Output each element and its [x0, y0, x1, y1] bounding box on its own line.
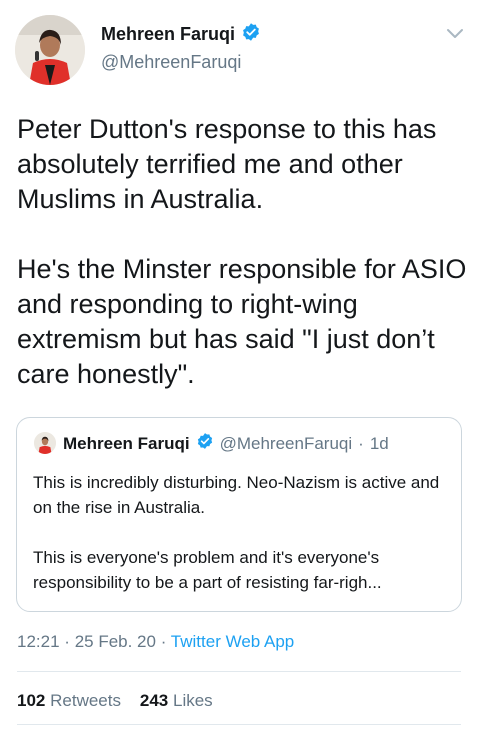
likes-stat[interactable]: 243 Likes — [140, 691, 213, 710]
quoted-author-avatar — [34, 432, 56, 454]
source-app-link[interactable]: Twitter Web App — [171, 632, 294, 651]
tweet-time: 12:21 — [17, 632, 60, 651]
quoted-timestamp: 1d — [369, 433, 389, 453]
quoted-tweet-header: Mehreen Faruqi @MehreenFaruqi · 1d — [63, 432, 389, 455]
divider — [17, 671, 461, 672]
quoted-avatar-image — [34, 432, 56, 454]
likes-label: Likes — [173, 691, 213, 710]
verified-badge-icon — [241, 22, 261, 47]
divider — [17, 724, 461, 725]
separator-dot: · — [358, 433, 364, 453]
quoted-author-name: Mehreen Faruqi — [63, 433, 190, 453]
retweets-stat[interactable]: 102 Retweets — [17, 691, 126, 710]
author-avatar[interactable] — [15, 15, 85, 85]
tweet-stats: 102 Retweets 243 Likes — [17, 691, 213, 711]
verified-badge-icon — [196, 432, 214, 455]
likes-count: 243 — [139, 691, 169, 710]
chevron-down-icon[interactable] — [445, 26, 465, 42]
tweet-date: 25 Feb. 20 — [74, 632, 156, 651]
tweet-meta: 12:21 · 25 Feb. 20 · Twitter Web App — [17, 632, 294, 652]
author-handle[interactable]: @MehreenFaruqi — [101, 52, 241, 73]
quoted-author-handle: @MehreenFaruqi — [219, 433, 353, 453]
author-name-row[interactable]: Mehreen Faruqi — [101, 22, 261, 47]
author-name[interactable]: Mehreen Faruqi — [101, 24, 235, 45]
quoted-tweet-card[interactable]: Mehreen Faruqi @MehreenFaruqi · 1d This … — [16, 417, 462, 612]
quoted-tweet-text: This is incredibly disturbing. Neo-Nazis… — [33, 473, 440, 592]
retweets-label: Retweets — [50, 691, 121, 710]
separator-dot: · — [160, 632, 167, 651]
avatar-image — [15, 15, 85, 85]
tweet-text: Peter Dutton's response to this has abso… — [17, 114, 467, 389]
retweets-count: 102 — [17, 691, 46, 710]
separator-dot: · — [64, 632, 70, 651]
